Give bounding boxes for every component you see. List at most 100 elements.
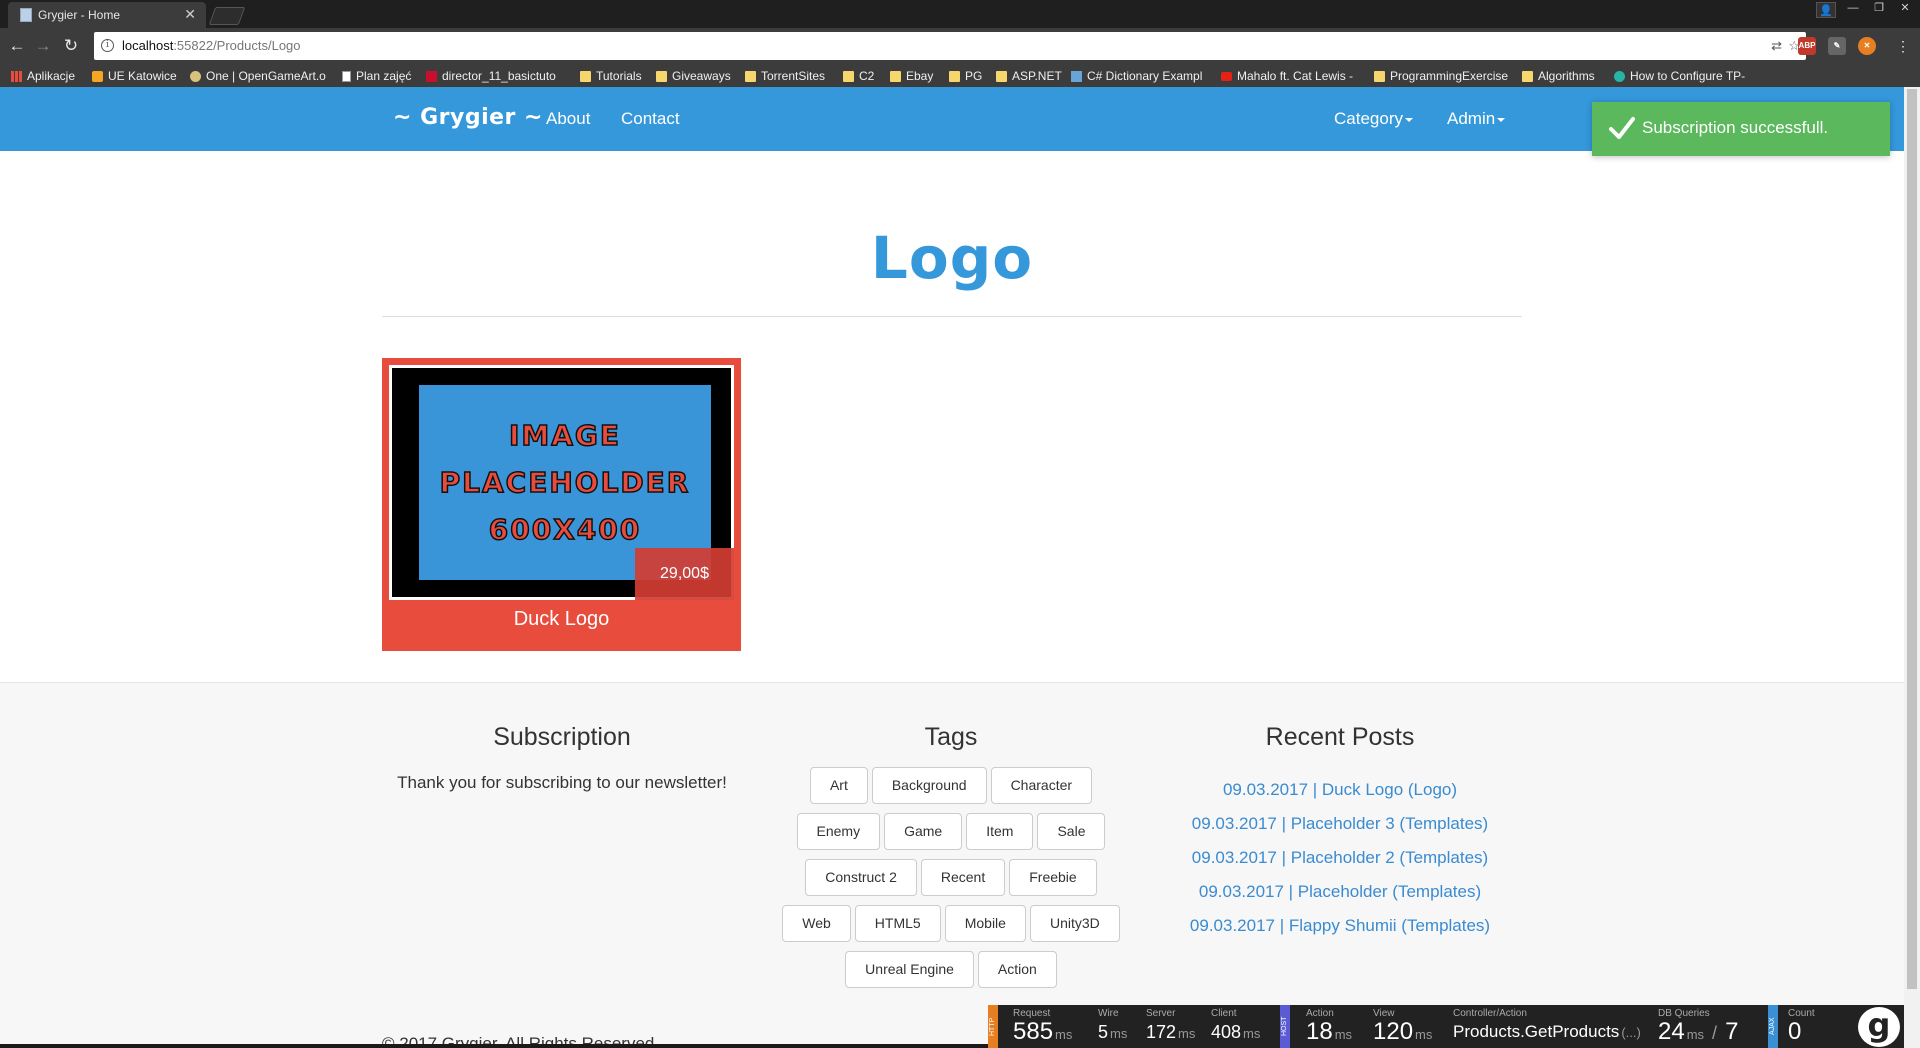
tag-button[interactable]: Action — [977, 951, 1057, 988]
site-brand[interactable]: ~ Grygier ~ — [393, 105, 543, 130]
bookmark-item[interactable]: Tutorials — [580, 68, 642, 84]
close-window-icon[interactable]: ✕ — [1894, 0, 1916, 18]
db-query-count: 7 — [1725, 1018, 1739, 1045]
tag-button[interactable]: Character — [990, 767, 1093, 804]
tag-button[interactable]: Mobile — [944, 905, 1026, 942]
metric-value: 24 — [1658, 1018, 1685, 1045]
bookmark-item[interactable]: Ebay — [890, 68, 933, 84]
tag-button[interactable]: Enemy — [796, 813, 881, 850]
bookmark-label: ProgrammingExercise — [1390, 69, 1509, 83]
folder-icon — [1374, 70, 1385, 82]
nav-admin-dropdown[interactable]: Admin — [1447, 109, 1506, 129]
metric-unit: ms — [1110, 1026, 1128, 1041]
tag-button[interactable]: Sale — [1037, 813, 1106, 850]
bookmark-item[interactable]: Plan zajęć — [342, 68, 411, 84]
bookmark-label: Giveaways — [672, 69, 731, 83]
tag-button[interactable]: Unreal Engine — [845, 951, 974, 988]
recent-post-link[interactable]: 09.03.2017 | Placeholder (Templates) — [1140, 875, 1540, 909]
tag-button[interactable]: Unity3D — [1029, 905, 1120, 942]
bookmark-label: C2 — [859, 69, 875, 83]
tag-button[interactable]: Item — [966, 813, 1034, 850]
bookmark-item[interactable]: TorrentSites — [745, 68, 825, 84]
folder-icon — [890, 70, 901, 82]
adblock-extension-icon[interactable]: ABP — [1798, 37, 1816, 55]
bookmark-item[interactable]: ProgrammingExercise — [1374, 68, 1508, 84]
forward-arrow-icon[interactable]: → — [32, 35, 54, 57]
bookmark-item[interactable]: Algorithms — [1522, 68, 1595, 84]
recent-post-link[interactable]: 09.03.2017 | Placeholder 2 (Templates) — [1140, 841, 1540, 875]
page-viewport: ~ Grygier ~ About Contact Category Admin… — [0, 87, 1904, 1048]
metric-unit: ms — [1055, 1027, 1073, 1042]
address-url[interactable]: localhost:55822/Products/Logo — [122, 38, 301, 53]
tab-close-icon[interactable]: ✕ — [184, 6, 196, 23]
browser-menu-icon[interactable]: ⋮ — [1892, 35, 1914, 57]
tag-button[interactable]: Construct 2 — [805, 859, 917, 896]
browser-tab[interactable]: Grygier - Home ✕ — [8, 2, 206, 28]
bookmark-label: PG — [965, 69, 983, 83]
site-footer: Subscription Thank you for subscribing t… — [0, 682, 1904, 1048]
recent-post-link[interactable]: 09.03.2017 | Placeholder 3 (Templates) — [1140, 807, 1540, 841]
tag-button[interactable]: Game — [884, 813, 963, 850]
bookmark-label: C# Dictionary Exampl — [1087, 69, 1203, 83]
tags-heading: Tags — [924, 723, 978, 751]
bookmark-item[interactable]: director_11_basictuto — [426, 68, 556, 84]
bookmark-label: Plan zajęć — [356, 69, 412, 83]
recent-post-link[interactable]: 09.03.2017 | Duck Logo (Logo) — [1140, 773, 1540, 807]
recent-post-link[interactable]: 09.03.2017 | Flappy Shumii (Templates) — [1140, 909, 1540, 943]
address-bar[interactable]: i localhost:55822/Products/Logo ⇄ ☆ — [94, 32, 1806, 60]
reload-icon[interactable]: ↻ — [60, 35, 82, 57]
profile-icon[interactable]: 👤 — [1816, 2, 1836, 18]
bookmark-item[interactable]: ASP.NET — [996, 68, 1062, 84]
recent-posts-list: 09.03.2017 | Duck Logo (Logo) 09.03.2017… — [1140, 773, 1540, 943]
tag-button[interactable]: Freebie — [1009, 859, 1097, 896]
glimpse-host-tab[interactable]: HOST — [1280, 1005, 1290, 1048]
pdf-extension-icon[interactable]: ✎ — [1828, 37, 1846, 55]
glimpse-bar[interactable]: HTTP Request 585 ms Wire 5 ms Server 172 ms Cl… — [988, 1005, 1904, 1048]
nav-about-link[interactable]: About — [546, 109, 590, 129]
bookmark-item[interactable]: PG — [949, 68, 982, 84]
tag-button[interactable]: Web — [782, 905, 851, 942]
scrollbar-thumb[interactable] — [1907, 89, 1917, 989]
bookmark-item[interactable]: C# Dictionary Exampl — [1071, 68, 1202, 84]
product-name[interactable]: Duck Logo — [382, 608, 741, 631]
back-arrow-icon[interactable]: ← — [6, 35, 28, 57]
bookmark-label: ASP.NET — [1012, 69, 1062, 83]
tag-button[interactable]: Recent — [920, 859, 1006, 896]
translate-icon[interactable]: ⇄ — [1771, 38, 1782, 54]
bookmark-label: TorrentSites — [761, 69, 826, 83]
page-scrollbar[interactable] — [1904, 87, 1920, 1048]
close-extension-icon[interactable]: ✕ — [1858, 37, 1876, 55]
browser-tab-strip: Grygier - Home ✕ 👤 — ❐ ✕ — [0, 0, 1920, 28]
tag-button[interactable]: HTML5 — [854, 905, 941, 942]
restore-icon[interactable]: ❐ — [1868, 0, 1890, 18]
product-card[interactable]: IMAGE PLACEHOLDER 600X400 29,00$ Duck Lo… — [382, 358, 741, 651]
nav-category-dropdown[interactable]: Category — [1334, 109, 1413, 129]
bookmark-item[interactable]: Aplikacje — [11, 68, 75, 84]
bookmark-item[interactable]: Mahalo ft. Cat Lewis - — [1221, 68, 1353, 84]
new-tab-button[interactable] — [208, 7, 246, 25]
tag-button[interactable]: Art — [809, 767, 868, 804]
tag-button[interactable]: Background — [871, 767, 987, 804]
globe-icon — [190, 70, 201, 82]
bookmark-item[interactable]: UE Katowice — [92, 68, 177, 84]
site-info-icon[interactable]: i — [101, 39, 114, 52]
metric-unit: ms — [1334, 1027, 1353, 1042]
glimpse-ajax-tab[interactable]: AJAX — [1768, 1005, 1778, 1048]
success-toast[interactable]: Subscription successfull. — [1592, 102, 1890, 156]
nav-contact-link[interactable]: Contact — [621, 109, 680, 129]
nav-category-label: Category — [1334, 109, 1403, 128]
metric-value: 18 — [1306, 1018, 1333, 1045]
metric-unit: ms — [1415, 1027, 1433, 1042]
bookmark-item[interactable]: How to Configure TP- — [1614, 68, 1745, 84]
minimize-icon[interactable]: — — [1842, 0, 1864, 18]
url-path: :55822/Products/Logo — [173, 38, 301, 53]
bookmark-label: director_11_basictuto — [442, 69, 556, 83]
glimpse-logo-icon[interactable]: g — [1858, 1007, 1900, 1047]
bookmark-item[interactable]: One | OpenGameArt.o — [190, 68, 326, 84]
glimpse-http-tab[interactable]: HTTP — [988, 1005, 998, 1048]
bookmark-item[interactable]: Giveaways — [656, 68, 731, 84]
glimpse-client-metric: Client 408 ms — [1211, 1009, 1260, 1045]
checkmark-icon — [1609, 117, 1635, 139]
bookmark-item[interactable]: C2 — [843, 68, 874, 84]
metric-suffix: (...) — [1621, 1025, 1641, 1040]
